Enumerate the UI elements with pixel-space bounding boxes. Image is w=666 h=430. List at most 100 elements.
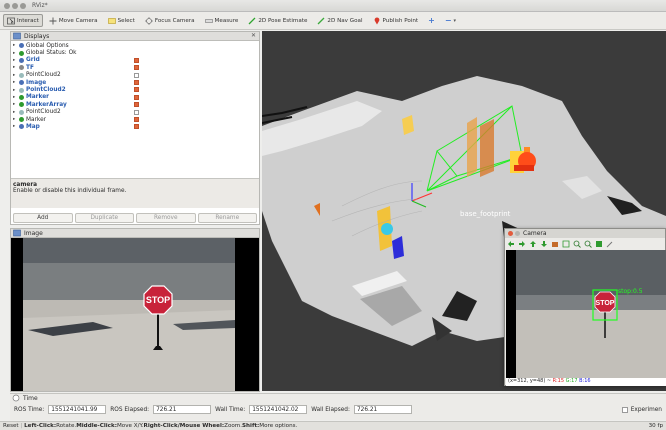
display-enabled-checkbox[interactable] [134,72,139,78]
home-icon[interactable] [551,240,559,248]
display-type-icon [19,87,24,93]
time-fields: ROS Time: 1551241041.99 ROS Elapsed: 726… [14,405,412,414]
display-item-label: Global Status: Ok [26,50,77,57]
ros-time-field[interactable]: 1551241041.99 [48,405,107,414]
close-icon[interactable]: ✕ [251,32,256,39]
display-enabled-checkbox[interactable] [134,124,139,130]
reset-button[interactable]: Reset [3,423,19,429]
image-panel-header: Image [11,229,259,238]
focus-camera-tool[interactable]: Focus Camera [141,14,199,27]
expand-arrow-icon[interactable]: ▸ [13,80,17,85]
remove-tool-button[interactable]: − ▾ [441,14,460,27]
display-item[interactable]: ▸ Global Status: Ok [13,49,259,56]
pose-estimate-label: 2D Pose Estimate [258,17,308,24]
wall-time-field[interactable]: 1551241042.02 [249,405,308,414]
display-item[interactable]: ▸ Grid [13,57,259,64]
display-enabled-checkbox[interactable] [134,116,139,122]
time-panel-title: Time [23,394,38,402]
display-item[interactable]: ▸ Map [13,123,259,130]
minimize-icon[interactable] [515,231,520,236]
close-window-button[interactable] [4,3,10,9]
nav-goal-icon [317,17,325,24]
display-enabled-checkbox[interactable] [134,79,139,85]
publish-point-tool[interactable]: Publish Point [369,14,423,27]
expand-arrow-icon[interactable]: ▸ [13,110,17,115]
display-type-icon [19,65,24,71]
expand-arrow-icon[interactable]: ▸ [13,58,17,63]
expand-arrow-icon[interactable]: ▸ [13,95,17,100]
image-icon [13,229,21,237]
left-click-hint: Left-Click: [24,423,57,429]
minimize-window-button[interactable] [12,3,18,9]
expand-arrow-icon[interactable]: ▸ [13,43,17,48]
wall-elapsed-field[interactable]: 726.21 [353,405,412,414]
rename-button[interactable]: Rename [197,213,257,223]
camera-window: Camera STOP stop:0.5 (x=312, y=48) ~ R:1… [504,228,666,386]
display-type-icon [19,50,24,56]
camera-scene: STOP [23,238,235,391]
display-item[interactable]: ▸ PointCloud2 [13,109,259,116]
display-enabled-checkbox[interactable] [134,57,139,63]
display-item[interactable]: ▸ PointCloud2 [13,86,259,93]
zoom-in-icon[interactable] [573,240,581,248]
clock-icon [12,394,20,402]
expand-arrow-icon[interactable]: ▸ [13,51,17,56]
map-pin-icon [374,16,379,24]
display-item[interactable]: ▸ Marker [13,94,259,101]
display-item[interactable]: ▸ Image [13,79,259,86]
pan-icon[interactable] [562,240,570,248]
display-enabled-checkbox[interactable] [134,87,139,93]
move-camera-tool[interactable]: Move Camera [45,14,102,27]
display-enabled-checkbox[interactable] [134,65,139,71]
display-item[interactable]: ▸ PointCloud2 [13,72,259,79]
maximize-window-button[interactable] [20,3,26,9]
display-description: camera Enable or disable this individual… [11,178,259,208]
arrow-up-icon[interactable] [529,240,537,248]
ros-elapsed-label: ROS Elapsed: [110,406,150,413]
save-icon[interactable] [595,240,603,248]
arrow-down-icon[interactable] [540,240,548,248]
pose-estimate-tool[interactable]: 2D Pose Estimate [244,14,311,27]
display-type-icon [19,57,24,63]
display-item-label: PointCloud2 [26,72,61,79]
display-enabled-checkbox[interactable] [134,109,139,115]
display-item-label: MarkerArray [26,101,67,108]
pose-estimate-icon [248,17,256,24]
zoom-out-icon[interactable] [584,240,592,248]
publish-point-label: Publish Point [382,17,419,24]
arrow-right-icon[interactable] [518,240,526,248]
expand-arrow-icon[interactable]: ▸ [13,65,17,70]
wall-elapsed-label: Wall Elapsed: [311,406,350,413]
remove-button[interactable]: Remove [136,213,196,223]
description-text: Enable or disable this individual frame. [13,188,127,194]
add-button[interactable]: Add [13,213,73,223]
right-click-action: Zoom. [224,423,243,429]
expand-arrow-icon[interactable]: ▸ [13,102,17,107]
display-enabled-checkbox[interactable] [134,94,139,100]
time-panel: Time ROS Time: 1551241041.99 ROS Elapsed… [10,393,666,420]
expand-arrow-icon[interactable]: ▸ [13,124,17,129]
expand-arrow-icon[interactable]: ▸ [13,73,17,78]
display-item[interactable]: ▸ TF [13,64,259,71]
display-item[interactable]: ▸ Marker [13,116,259,123]
camera-window-status: (x=312, y=48) ~ R:15 G:17 B:16 [506,378,666,386]
display-enabled-checkbox[interactable] [134,102,139,108]
ros-elapsed-field[interactable]: 726.21 [153,405,212,414]
experimental-checkbox[interactable] [621,407,628,413]
nav-goal-tool[interactable]: 2D Nav Goal [313,14,366,27]
interact-tool[interactable]: Interact [3,14,43,27]
edit-icon[interactable] [606,240,614,248]
camera-window-image: STOP stop:0.5 [506,250,666,378]
duplicate-button[interactable]: Duplicate [74,213,134,223]
expand-arrow-icon[interactable]: ▸ [13,88,17,93]
measure-tool[interactable]: Measure [201,14,243,27]
display-item[interactable]: ▸ Global Options [13,42,259,49]
add-tool-button[interactable]: + [424,14,439,27]
arrow-left-icon[interactable] [507,240,515,248]
experimental-toggle[interactable]: Experimen [621,407,662,413]
select-tool[interactable]: Select [104,14,139,27]
display-item-label: Map [26,123,40,130]
expand-arrow-icon[interactable]: ▸ [13,117,17,122]
close-icon[interactable] [508,231,513,236]
display-item[interactable]: ▸ MarkerArray [13,101,259,108]
